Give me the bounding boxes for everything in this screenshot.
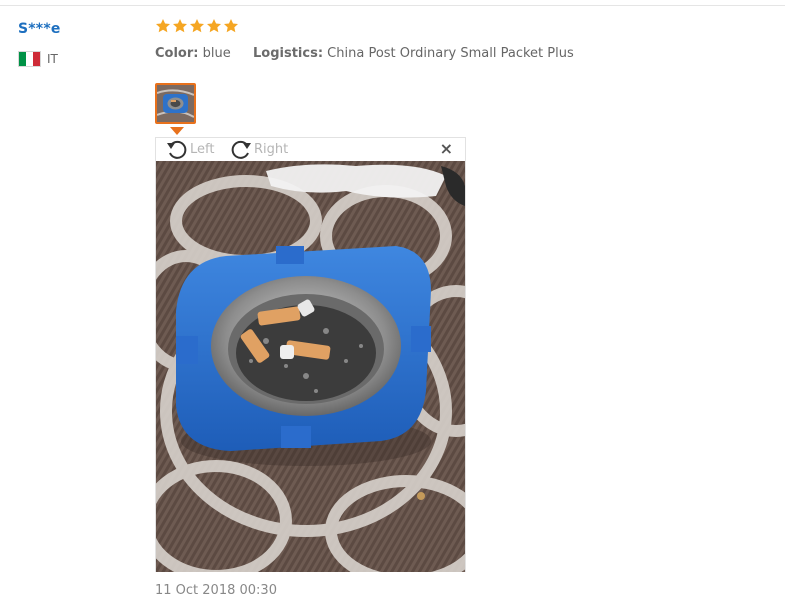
star-icon xyxy=(156,19,170,33)
reviewer-country: IT xyxy=(18,51,58,67)
rotate-left-label: Left xyxy=(190,141,215,157)
thumbnail-selected-pointer xyxy=(170,127,184,135)
review-attributes: Color: blue Logistics: China Post Ordina… xyxy=(155,46,574,61)
star-icon xyxy=(173,19,187,33)
reviewer-name: S***e xyxy=(18,21,61,37)
logistics-attr-value: China Post Ordinary Small Packet Plus xyxy=(327,46,574,61)
rotate-left-button[interactable]: Left xyxy=(166,139,214,159)
star-icon xyxy=(190,19,204,33)
color-attr-value: blue xyxy=(202,46,231,61)
viewer-toolbar: Left Right × xyxy=(156,138,465,160)
italy-flag-icon xyxy=(18,51,41,67)
rotate-right-label: Right xyxy=(254,141,289,157)
photo-viewer: Left Right × xyxy=(155,137,466,572)
star-icon xyxy=(207,19,221,33)
rotate-right-button[interactable]: Right xyxy=(230,139,288,159)
rotate-left-icon xyxy=(167,140,187,159)
country-code: IT xyxy=(47,52,58,66)
close-viewer-button[interactable]: × xyxy=(440,141,453,157)
review-date: 11 Oct 2018 00:30 xyxy=(155,583,277,598)
star-icon xyxy=(224,19,238,33)
top-divider xyxy=(0,5,785,6)
star-rating xyxy=(155,18,239,34)
logistics-attr-label: Logistics: xyxy=(253,46,324,61)
review-photo-thumbnail[interactable] xyxy=(155,83,196,124)
rotate-right-icon xyxy=(231,140,251,159)
color-attr-label: Color: xyxy=(155,46,199,61)
review-photo xyxy=(156,161,465,572)
